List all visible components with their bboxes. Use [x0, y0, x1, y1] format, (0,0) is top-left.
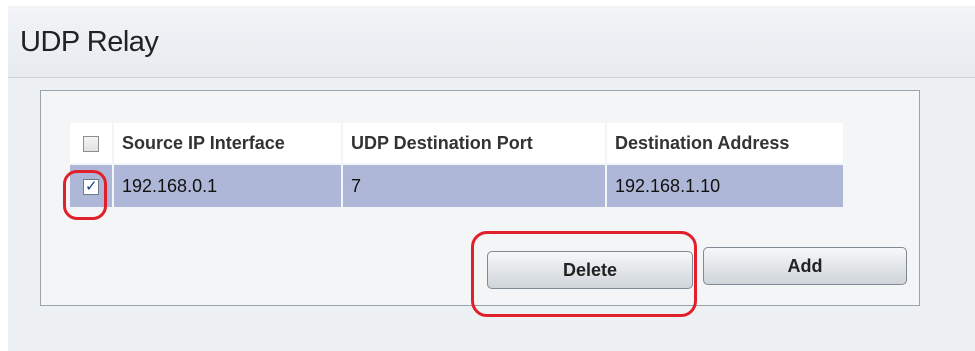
page-title: UDP Relay — [20, 26, 159, 58]
column-header-destination-address[interactable]: Destination Address — [607, 123, 843, 163]
column-header-udp-destination-port[interactable]: UDP Destination Port — [343, 123, 605, 163]
table-row[interactable]: 192.168.0.1 7 192.168.1.10 — [70, 165, 843, 207]
row-select-cell — [70, 165, 112, 207]
page-frame: UDP Relay Source IP Interface UDP Destin… — [8, 6, 975, 351]
column-header-source-ip-interface[interactable]: Source IP Interface — [114, 123, 341, 163]
row-select-checkbox[interactable] — [83, 177, 99, 195]
source-ip-interface-cell: 192.168.0.1 — [114, 165, 341, 207]
destination-address-cell: 192.168.1.10 — [607, 165, 843, 207]
delete-button[interactable]: Delete — [487, 251, 693, 289]
select-all-checkbox[interactable] — [83, 135, 99, 152]
add-button[interactable]: Add — [703, 247, 907, 285]
udp-relay-table: Source IP Interface UDP Destination Port… — [68, 121, 845, 209]
select-all-cell — [70, 123, 112, 163]
title-bar: UDP Relay — [8, 6, 975, 78]
udp-destination-port-cell: 7 — [343, 165, 605, 207]
udp-relay-panel: Source IP Interface UDP Destination Port… — [40, 90, 920, 306]
table-header-row: Source IP Interface UDP Destination Port… — [70, 123, 843, 163]
